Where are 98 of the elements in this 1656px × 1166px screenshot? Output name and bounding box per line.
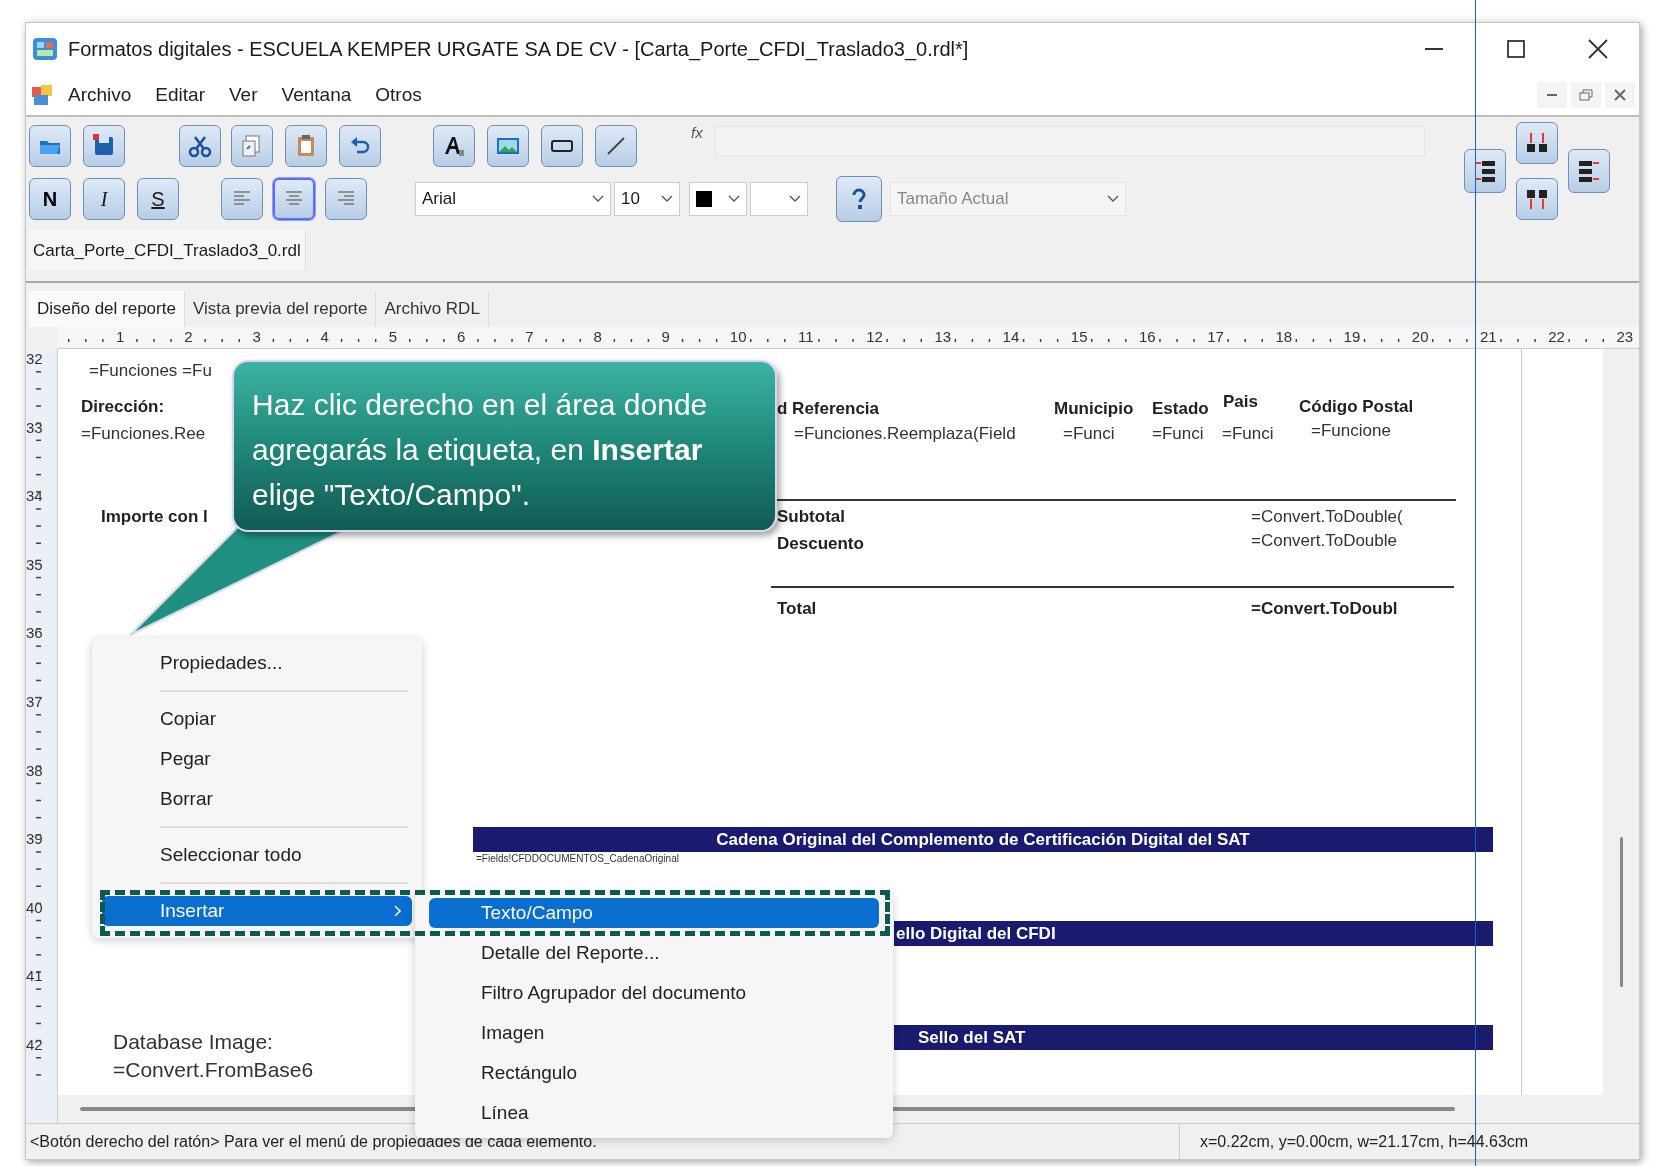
align-bottom-button[interactable] (1516, 178, 1558, 220)
ruler-number: 39 (26, 831, 43, 848)
maximize-icon (1507, 40, 1525, 58)
report-label: Municipio (1054, 399, 1134, 419)
minimize-icon (1425, 48, 1443, 50)
report-label: Total (777, 599, 817, 619)
report-field: Database Image: (113, 1029, 273, 1055)
align-left-button[interactable] (221, 178, 263, 220)
document-icon (30, 83, 54, 107)
open-button[interactable] (29, 125, 71, 167)
report-field: =Funciones.Ree (81, 424, 206, 444)
menu-item[interactable]: Filtro Agrupador del documento (429, 978, 879, 1008)
tab[interactable]: Diseño del reporte (29, 291, 185, 327)
window-title: Formatos digitales - ESCUELA KEMPER URGATE SA DE CV - [Carta_Porte_CFDI_Traslado3_0.rdl*] (68, 37, 969, 63)
minimize-button[interactable] (1537, 82, 1567, 108)
report-label: =Convert.ToDoubl (1251, 599, 1398, 619)
report-label: Importe con l (101, 507, 208, 527)
report-field: =Funciones =Fu (89, 361, 212, 381)
callout-text: Haz clic derecho en el área donde agregarás la etiqueta, en Insertar elige "Texto/Campo". (252, 388, 708, 511)
ruler-number: 36 (26, 625, 43, 642)
restore-icon (1579, 89, 1593, 101)
ruler-number: 41 (26, 968, 43, 985)
italic-button[interactable]: I (83, 178, 125, 220)
image-tool-button[interactable] (487, 125, 529, 167)
report-field: =Funciones.Reemplaza(Field (794, 424, 1016, 444)
ruler-number: 34 (26, 488, 43, 505)
minimize-icon (1547, 94, 1557, 96)
paste-button[interactable] (285, 125, 327, 167)
text-tool-button[interactable] (433, 125, 475, 167)
vertical-scrollbar-thumb[interactable] (1619, 837, 1623, 987)
menu-item[interactable]: Seleccionar todo (102, 840, 412, 870)
close-icon (1614, 89, 1626, 101)
ruler-number: 32 (26, 351, 43, 367)
report-field: =Fields!CFDDOCUMENTOS_CadenaOriginal (476, 853, 679, 865)
bold-button[interactable]: N (29, 178, 71, 220)
align-left-edges-button[interactable] (1464, 149, 1506, 193)
line-tool-button[interactable] (595, 125, 637, 167)
formula-label: fx (691, 123, 703, 143)
menu-item[interactable]: Detalle del Reporte... (429, 938, 879, 968)
chevron-down-icon (592, 195, 604, 203)
menu-item[interactable]: Rectángulo (429, 1058, 879, 1088)
menu-item[interactable]: Pegar (102, 744, 412, 774)
report-field: =Funci (1222, 424, 1274, 444)
report-label: Código Postal (1299, 397, 1414, 417)
report-label: d Referencia (777, 399, 880, 419)
rectangle-tool-button[interactable] (541, 125, 583, 167)
copy-button[interactable] (231, 125, 273, 167)
help-button[interactable] (836, 176, 882, 222)
report-label: Descuento (777, 534, 864, 554)
menu-item[interactable]: Otros (375, 80, 422, 110)
strikethrough-button[interactable]: S (137, 178, 179, 220)
font-size-dropdown[interactable]: 10 (614, 182, 680, 216)
align-right-button[interactable] (325, 178, 367, 220)
undo-button[interactable] (339, 125, 381, 167)
menu-item[interactable]: Editar (155, 80, 205, 110)
menu-item[interactable]: Borrar (102, 784, 412, 814)
menu-item[interactable]: Copiar (102, 704, 412, 734)
app-icon (31, 35, 59, 63)
close-button[interactable] (1605, 82, 1635, 108)
close-icon (1588, 39, 1608, 59)
report-label: Pais (1223, 392, 1258, 412)
section-header: Sello del SAT (894, 1025, 1493, 1050)
chevron-down-icon (661, 195, 673, 203)
report-field: =Convert.ToDouble (1251, 531, 1397, 551)
report-field: =Convert.ToDouble( (1251, 507, 1403, 527)
menu-item[interactable]: Archivo (68, 80, 132, 110)
menu-item[interactable]: Texto/Campo (429, 898, 879, 928)
report-label: Dirección: (81, 397, 165, 417)
cut-button[interactable] (179, 125, 221, 167)
font-dropdown[interactable]: Arial (415, 182, 611, 216)
menu-item[interactable]: Línea (429, 1098, 879, 1128)
report-field: =Funci (1152, 424, 1204, 444)
document-tab[interactable]: Carta_Porte_CFDI_Traslado3_0.rdl (29, 230, 306, 270)
chevron-down-icon (1107, 195, 1119, 203)
chevron-down-icon (728, 195, 740, 203)
menu-item[interactable]: Ver (229, 80, 258, 110)
section-header: ello Digital del CFDI (894, 921, 1493, 946)
align-top-button[interactable] (1516, 122, 1558, 164)
chevron-right-icon (394, 905, 402, 917)
menu-item[interactable]: Imagen (429, 1018, 879, 1048)
menu-item[interactable]: Insertar (102, 896, 412, 926)
align-center-button[interactable] (273, 178, 315, 220)
report-label: Subtotal (777, 507, 845, 527)
ruler-number: 38 (26, 762, 43, 779)
menu-item[interactable]: Ventana (281, 80, 352, 110)
report-field: =Funcione (1311, 421, 1391, 441)
report-field: =Convert.FromBase6 (113, 1057, 314, 1083)
menu-item[interactable]: Propiedades... (102, 648, 412, 678)
color-swatch-icon (696, 191, 712, 207)
color-dropdown[interactable] (689, 182, 747, 216)
report-label: Estado (1152, 399, 1209, 419)
save-button[interactable] (83, 125, 125, 167)
ruler-number: 33 (26, 419, 43, 436)
section-header: Cadena Original del Complemento de Certificación Digital del SAT (473, 827, 1493, 852)
report-field: =Funci (1063, 424, 1115, 444)
layout-icon (1576, 158, 1602, 184)
chevron-down-icon (789, 195, 801, 203)
align-right-edges-button[interactable] (1568, 149, 1610, 193)
